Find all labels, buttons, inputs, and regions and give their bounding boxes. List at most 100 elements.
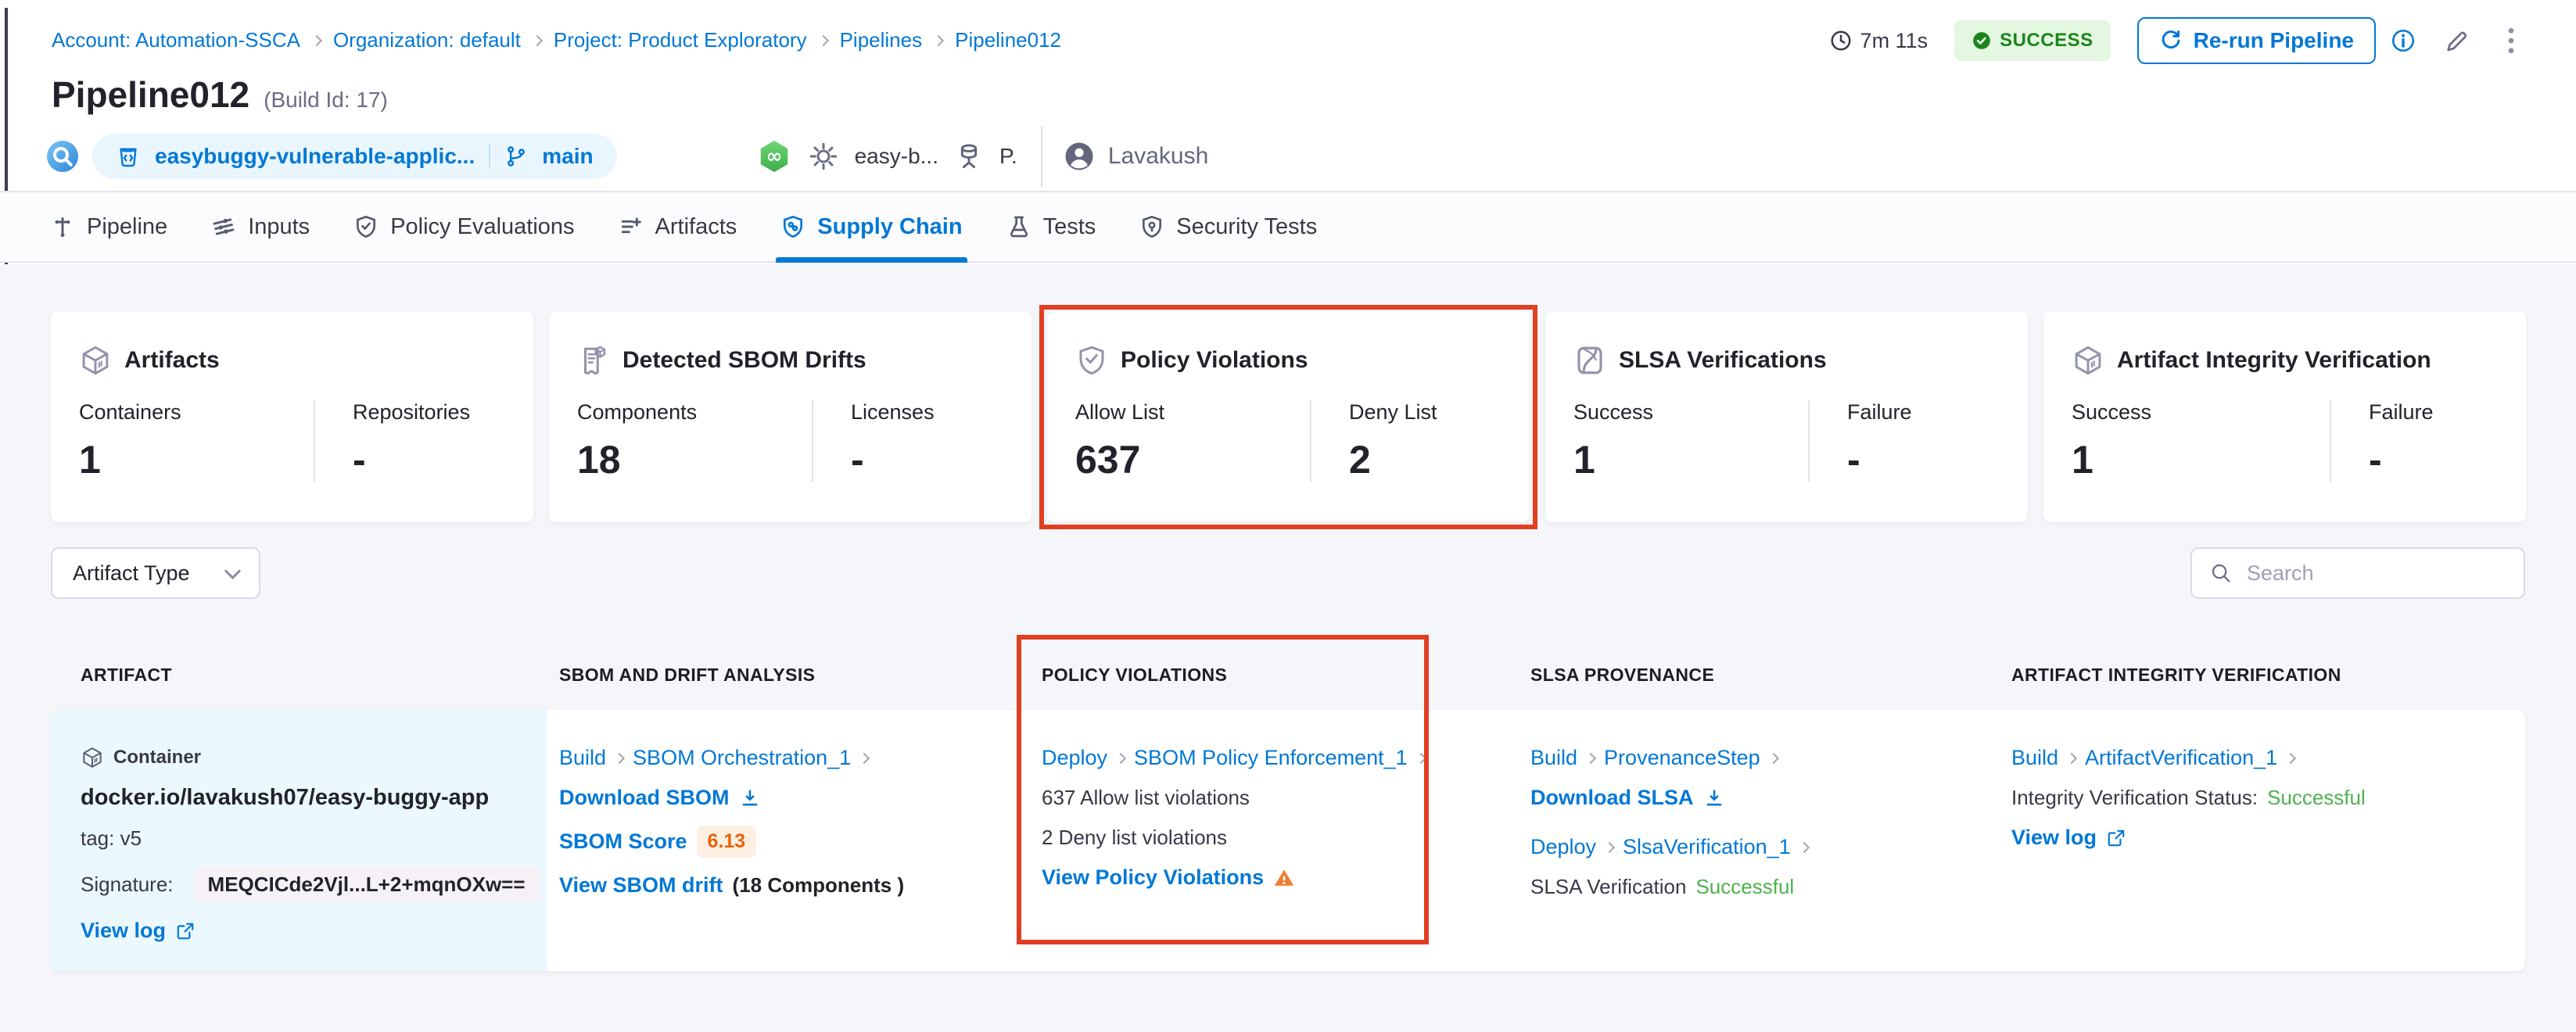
stat-label: Licenses (851, 400, 1031, 425)
sbom-score-badge: 6.13 (697, 826, 757, 858)
chevron-right-icon (614, 752, 625, 763)
breadcrumb-organization[interactable]: Organization: default (333, 28, 521, 52)
rerun-pipeline-button[interactable]: Re-run Pipeline (2137, 17, 2376, 64)
stage-link[interactable]: Deploy (1530, 835, 1596, 859)
stat-label: Deny List (1349, 400, 1530, 425)
view-sbom-drift-link[interactable]: View SBOM drift (559, 873, 723, 898)
step-link[interactable]: SlsaVerification_1 (1623, 835, 1791, 859)
git-branch-icon (504, 145, 528, 168)
cell-sbom: Build SBOM Orchestration_1 Download SBOM… (547, 710, 1031, 971)
search-input[interactable] (2245, 561, 2525, 586)
stat-allow-list: Allow List 637 (1075, 400, 1310, 482)
column-header-sbom: SBOM AND DRIFT ANALYSIS (547, 665, 1031, 686)
triggered-by-user: Lavakush (1063, 140, 1208, 173)
tab-tests[interactable]: Tests (1006, 192, 1096, 261)
svg-text:∞: ∞ (766, 145, 782, 167)
check-circle-icon (1971, 30, 1992, 51)
repository-chip[interactable]: easybuggy-vulnerable-applic... main (92, 134, 617, 179)
page-title-row: Pipeline012 (Build Id: 17) (52, 73, 388, 116)
pipeline-icon (50, 214, 75, 239)
tab-label: Pipeline (87, 214, 167, 240)
tab-supply-chain[interactable]: Supply Chain (780, 192, 962, 261)
edit-pipeline-button[interactable] (2443, 27, 2471, 55)
status-text: SUCCESS (2000, 30, 2093, 52)
cell-artifact-integrity: Build ArtifactVerification_1 Integrity V… (2002, 710, 2525, 971)
build-id: (Build Id: 17) (264, 88, 388, 113)
stat-value: - (2369, 437, 2526, 482)
tab-label: Policy Evaluations (390, 214, 574, 240)
tab-label: Tests (1043, 214, 1096, 240)
view-policy-violations-link[interactable]: View Policy Violations (1042, 865, 1264, 890)
gear-icon (808, 141, 839, 172)
execution-info-button[interactable] (2390, 27, 2416, 54)
card-slsa-verifications: SLSA Verifications Success 1 Failure - (1545, 311, 2028, 522)
search-box (2190, 547, 2525, 599)
repository-name[interactable]: easybuggy-vulnerable-applic... (155, 144, 475, 169)
tab-label: Supply Chain (817, 214, 962, 240)
breadcrumb-project[interactable]: Project: Product Exploratory (554, 28, 807, 52)
download-icon[interactable] (1703, 787, 1725, 809)
warning-icon (1273, 867, 1295, 889)
stage-link[interactable]: Build (2011, 746, 2058, 770)
stat-slsa-success: Success 1 (1573, 400, 1808, 482)
download-slsa-link[interactable]: Download SLSA (1530, 786, 1694, 810)
tab-security-tests[interactable]: Security Tests (1139, 192, 1317, 261)
card-title: SLSA Verifications (1619, 347, 1827, 374)
stat-label: Allow List (1075, 400, 1310, 425)
more-options-menu[interactable] (2498, 25, 2524, 56)
stat-value: 1 (1573, 437, 1808, 482)
download-icon[interactable] (739, 787, 761, 809)
slsa-verification-label: SLSA Verification (1530, 875, 1686, 899)
stage-link[interactable]: Deploy (1042, 746, 1107, 770)
execution-actions: 7m 11s SUCCESS Re-run Pipeline (1829, 16, 2524, 66)
tab-inputs[interactable]: Inputs (211, 192, 310, 261)
stat-label: Failure (2369, 400, 2526, 425)
tab-artifacts[interactable]: Artifacts (619, 192, 737, 261)
stat-value: - (353, 437, 533, 482)
stat-value: 637 (1075, 437, 1310, 482)
chevron-right-icon (1115, 752, 1126, 763)
breadcrumb: Account: Automation-SSCA Organization: d… (52, 28, 1061, 52)
view-log-link[interactable]: View log (81, 919, 166, 943)
stage-link[interactable]: Build (1530, 746, 1577, 770)
service-icon (954, 142, 984, 171)
repository-icon (116, 144, 141, 169)
sbom-score-link[interactable]: SBOM Score (559, 830, 687, 854)
external-link-icon[interactable] (175, 921, 196, 941)
pill-divider (489, 144, 490, 169)
cell-slsa-provenance: Build ProvenanceStep Download SLSA Deplo… (1521, 710, 2002, 971)
download-sbom-link[interactable]: Download SBOM (559, 786, 730, 810)
stat-label: Success (2072, 400, 2330, 425)
signature-label: Signature: (81, 873, 174, 897)
deny-list-violations: 2 Deny list violations (1042, 826, 1227, 850)
card-artifacts: Artifacts Containers 1 Repositories - (51, 311, 533, 522)
step-link[interactable]: ArtifactVerification_1 (2085, 746, 2277, 770)
stat-value: 1 (79, 437, 314, 482)
container-cube-icon (81, 746, 104, 769)
breadcrumb-pipelines[interactable]: Pipelines (840, 28, 923, 52)
execution-meta-row: easybuggy-vulnerable-applic... main ∞ ea… (44, 130, 1208, 183)
chevron-right-icon (1799, 841, 1810, 852)
breadcrumb-current-pipeline[interactable]: Pipeline012 (955, 28, 1061, 52)
tab-policy-evaluations[interactable]: Policy Evaluations (353, 192, 574, 261)
sbom-document-icon (577, 344, 610, 377)
step-link[interactable]: SBOM Orchestration_1 (633, 746, 851, 770)
external-link-icon[interactable] (2106, 828, 2126, 848)
tab-pipeline[interactable]: Pipeline (50, 192, 167, 261)
branch-name[interactable]: main (542, 144, 593, 169)
stage-link[interactable]: Build (559, 746, 606, 770)
view-log-link[interactable]: View log (2011, 826, 2097, 850)
stat-label: Repositories (353, 400, 533, 425)
stat-value: - (1847, 437, 2028, 482)
step-link[interactable]: ProvenanceStep (1604, 746, 1760, 770)
step-link[interactable]: SBOM Policy Enforcement_1 (1134, 746, 1408, 770)
breadcrumb-account[interactable]: Account: Automation-SSCA (52, 28, 300, 52)
slsa-verification-status: Successful (1695, 875, 1794, 899)
sbom-drift-count: (18 Components ) (733, 873, 905, 898)
artifact-tag: tag: v5 (81, 826, 142, 851)
artifact-type-dropdown[interactable]: Artifact Type (51, 547, 260, 599)
chevron-right-icon (532, 34, 543, 45)
slsa-icon (1573, 344, 1606, 377)
stat-label: Containers (79, 400, 314, 425)
codebase-icon (44, 138, 81, 175)
